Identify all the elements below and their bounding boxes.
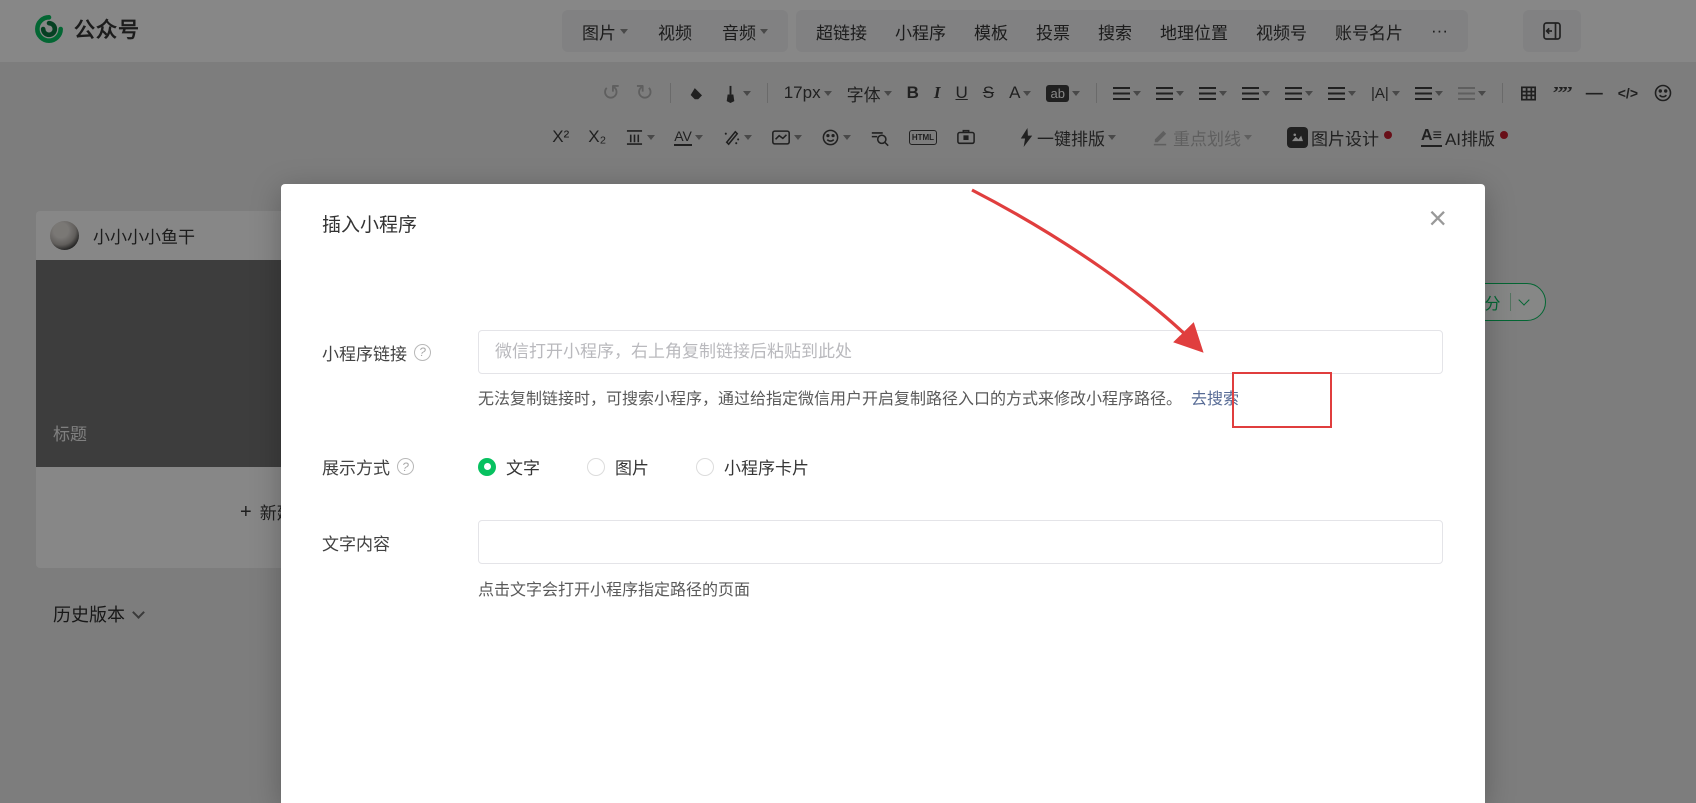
text-helper-note: 点击文字会打开小程序指定路径的页面 bbox=[478, 582, 751, 599]
miniprogram-link-label: 小程序链接 ? bbox=[322, 340, 478, 365]
text-content-label: 文字内容 bbox=[322, 534, 390, 554]
help-icon[interactable]: ? bbox=[397, 458, 414, 475]
insert-miniprogram-modal: 插入小程序 × 小程序链接 ? 无法复制链接时，可搜索小程序，通过给指定微信用户… bbox=[281, 184, 1485, 803]
help-icon[interactable]: ? bbox=[414, 343, 431, 361]
text-content-input[interactable] bbox=[478, 520, 1443, 564]
miniprogram-link-input[interactable] bbox=[478, 330, 1443, 374]
radio-unselected-icon bbox=[587, 457, 605, 476]
annotation-highlight-box bbox=[1232, 372, 1332, 428]
wechat-mp-editor-screen: 公众号 图片 视频 音频 超链接 小程序 模板 投票 搜索 地理位置 视频号 账… bbox=[0, 0, 1696, 803]
display-mode-row: 展示方式 ? 文字 图片 小程序卡片 bbox=[322, 454, 1443, 479]
radio-option-image[interactable]: 图片 bbox=[587, 454, 649, 479]
radio-option-text[interactable]: 文字 bbox=[478, 454, 540, 479]
radio-option-card[interactable]: 小程序卡片 bbox=[696, 454, 809, 479]
text-content-row: 文字内容 bbox=[322, 520, 1443, 564]
radio-unselected-icon bbox=[696, 457, 714, 476]
link-helper-note: 无法复制链接时，可搜索小程序，通过给指定微信用户开启复制路径入口的方式来修改小程… bbox=[478, 385, 1239, 409]
modal-title: 插入小程序 bbox=[322, 215, 418, 236]
close-icon[interactable]: × bbox=[1428, 202, 1447, 234]
miniprogram-link-row: 小程序链接 ? bbox=[322, 330, 1443, 374]
radio-selected-icon bbox=[478, 457, 496, 476]
display-mode-label: 展示方式 ? bbox=[322, 454, 478, 479]
